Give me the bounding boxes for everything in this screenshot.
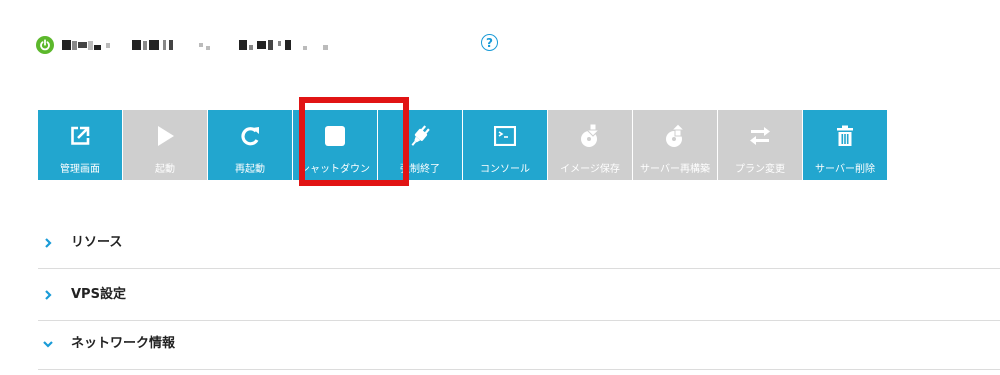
section-resources[interactable]: リソース <box>38 218 1000 269</box>
question-circle-icon[interactable]: ? <box>481 34 498 51</box>
rebuild-button-label: サーバー再構築 <box>640 164 710 175</box>
console-icon <box>463 124 547 148</box>
restart-button-label: 再起動 <box>235 164 265 175</box>
delete-server-button[interactable]: サーバー削除 <box>803 110 887 180</box>
play-icon <box>123 124 207 148</box>
shutdown-button[interactable]: シャットダウン <box>293 110 377 180</box>
chevron-down-icon <box>38 319 58 369</box>
section-vps-settings[interactable]: VPS設定 <box>38 270 1000 321</box>
image-save-button-label: イメージ保存 <box>560 164 620 175</box>
plan-change-button[interactable]: プラン変更 <box>718 110 802 180</box>
power-icon <box>36 36 54 54</box>
server-name-redacted <box>62 40 328 50</box>
rebuild-button[interactable]: サーバー再構築 <box>633 110 717 180</box>
disk-download-icon <box>548 123 632 148</box>
server-action-toolbar: 管理画面 起動 再起動 シャットダウン 強制終了 コンソール イメージ保存 サー… <box>38 110 888 180</box>
section-title-vps-settings: VPS設定 <box>71 287 126 302</box>
plug-icon <box>378 124 462 148</box>
trash-icon <box>803 124 887 148</box>
stop-icon <box>293 124 377 148</box>
image-save-button[interactable]: イメージ保存 <box>548 110 632 180</box>
start-button[interactable]: 起動 <box>123 110 207 180</box>
force-stop-button[interactable]: 強制終了 <box>378 110 462 180</box>
manage-button-label: 管理画面 <box>60 164 100 175</box>
restart-button[interactable]: 再起動 <box>208 110 292 180</box>
shutdown-button-label: シャットダウン <box>300 164 370 175</box>
start-button-label: 起動 <box>155 164 175 175</box>
section-title-network-info: ネットワーク情報 <box>71 336 176 351</box>
external-link-icon <box>38 124 122 148</box>
disk-upload-icon <box>633 123 717 148</box>
restart-icon <box>208 124 292 148</box>
swap-arrows-icon <box>718 124 802 148</box>
chevron-right-icon <box>38 218 58 268</box>
section-network-info[interactable]: ネットワーク情報 <box>38 319 1000 370</box>
console-button-label: コンソール <box>480 164 530 175</box>
section-title-resources: リソース <box>71 235 123 250</box>
plan-change-button-label: プラン変更 <box>735 164 785 175</box>
chevron-right-icon <box>38 270 58 320</box>
force-stop-button-label: 強制終了 <box>400 164 440 175</box>
delete-server-button-label: サーバー削除 <box>815 164 875 175</box>
console-button[interactable]: コンソール <box>463 110 547 180</box>
server-header: ? <box>36 34 498 55</box>
manage-button[interactable]: 管理画面 <box>38 110 122 180</box>
